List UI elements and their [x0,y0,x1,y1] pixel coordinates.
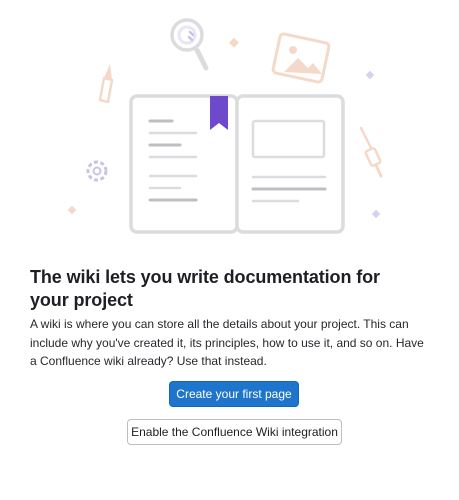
open-book-icon [129,94,345,234]
brush-icon [359,126,383,178]
create-first-page-button[interactable]: Create your first page [169,381,299,407]
gear-icon [86,160,108,182]
wiki-illustration [67,18,383,234]
enable-confluence-integration-button[interactable]: Enable the Confluence Wiki integration [127,419,342,445]
image-frame-icon [271,32,331,84]
page-title: The wiki lets you write documentation fo… [30,267,380,310]
empty-state-description: A wiki is where you can store all the de… [30,317,424,368]
pencil-icon [98,64,114,104]
wiki-empty-state: The wiki lets you write documentation fo… [0,0,459,500]
magnifier-icon [170,18,209,71]
